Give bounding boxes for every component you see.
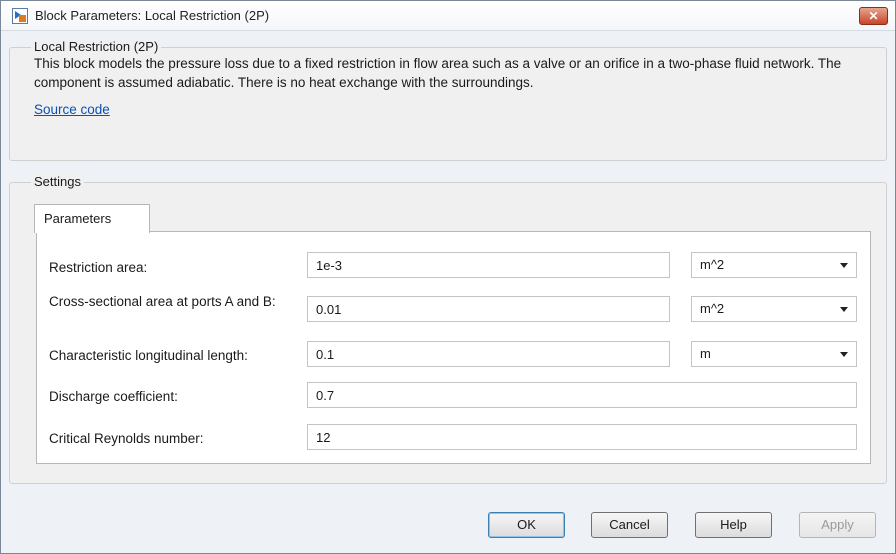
chevron-down-icon (840, 307, 848, 312)
cross-sectional-area-unit-value: m^2 (700, 301, 725, 316)
discharge-coefficient-label: Discharge coefficient: (49, 389, 178, 404)
tab-parameters[interactable]: Parameters (34, 204, 150, 233)
discharge-coefficient-input[interactable] (307, 382, 857, 408)
restriction-area-unit-select[interactable]: m^2 (691, 252, 857, 278)
close-icon: ✕ (868, 9, 879, 23)
restriction-area-label: Restriction area: (49, 260, 148, 275)
close-button[interactable]: ✕ (859, 7, 888, 25)
tab-parameters-label: Parameters (44, 211, 112, 226)
ok-button[interactable]: OK (488, 512, 565, 538)
block-parameters-dialog: Block Parameters: Local Restriction (2P)… (0, 0, 896, 554)
chevron-down-icon (840, 263, 848, 268)
restriction-area-input[interactable] (307, 252, 670, 278)
critical-reynolds-input[interactable] (307, 424, 857, 450)
restriction-area-unit-value: m^2 (700, 257, 725, 272)
settings-group-label: Settings (31, 174, 84, 189)
characteristic-length-input[interactable] (307, 341, 670, 367)
characteristic-length-unit-select[interactable]: m (691, 341, 857, 367)
critical-reynolds-label: Critical Reynolds number: (49, 431, 204, 446)
cross-sectional-area-unit-select[interactable]: m^2 (691, 296, 857, 322)
title-bar[interactable]: Block Parameters: Local Restriction (2P)… (1, 1, 895, 31)
source-code-link[interactable]: Source code (34, 102, 110, 117)
block-group-label: Local Restriction (2P) (31, 39, 162, 54)
simulink-block-icon (12, 8, 28, 24)
characteristic-length-label: Characteristic longitudinal length: (49, 348, 248, 363)
chevron-down-icon (840, 352, 848, 357)
cancel-button[interactable]: Cancel (591, 512, 668, 538)
cross-sectional-area-input[interactable] (307, 296, 670, 322)
cross-sectional-area-label: Cross-sectional area at ports A and B: (49, 294, 276, 309)
window-title: Block Parameters: Local Restriction (2P) (35, 8, 270, 23)
characteristic-length-unit-value: m (700, 346, 711, 361)
block-description: This block models the pressure loss due … (34, 56, 842, 90)
apply-button[interactable]: Apply (799, 512, 876, 538)
help-button[interactable]: Help (695, 512, 772, 538)
